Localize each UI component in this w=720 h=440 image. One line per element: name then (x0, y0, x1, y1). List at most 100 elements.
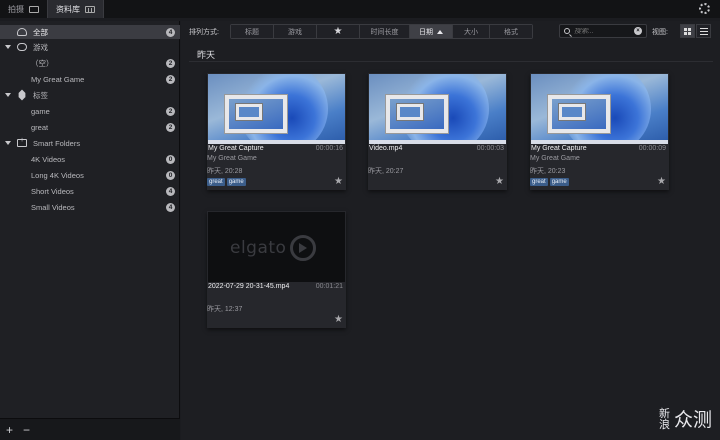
favorite-star-icon[interactable]: ★ (334, 176, 343, 187)
search-icon (564, 28, 570, 34)
grid-icon (684, 27, 691, 35)
sidebar-item-label: great (31, 122, 49, 132)
sidebar-item-all[interactable]: 全部 4 (0, 25, 180, 39)
library-icon (85, 5, 95, 13)
video-thumbnail[interactable]: elgato (208, 212, 345, 282)
smart-folder-icon (17, 137, 27, 147)
media-card[interactable]: Video.mp4 00:00:03 昨天, 20:27 ★ (368, 73, 507, 190)
tag-chip[interactable]: great (207, 178, 225, 186)
sidebar-item-short-videos[interactable]: Short Videos 4 (0, 184, 180, 198)
sort-by-size-button[interactable]: 大小 (453, 25, 490, 38)
sort-by-format-button[interactable]: 格式 (490, 25, 532, 38)
watermark-char: 新 (658, 406, 670, 420)
list-icon (699, 27, 708, 35)
cloud-icon (17, 28, 27, 36)
card-title: My Great Capture (531, 144, 587, 152)
media-card[interactable]: elgato 2022-07-29 20-31-45.mp4 00:01:21 … (207, 211, 346, 328)
favorite-star-icon[interactable]: ★ (495, 176, 504, 187)
video-thumbnail[interactable] (369, 74, 506, 144)
count-badge: 4 (166, 186, 175, 196)
card-duration: 00:00:03 (476, 144, 504, 152)
tab-library-label: 资料库 (56, 4, 80, 14)
sidebar-footer: + − (0, 418, 180, 440)
sidebar-item-my-great-game[interactable]: My Great Game 2 (0, 72, 180, 86)
count-badge: 2 (166, 74, 175, 84)
card-duration: 00:00:16 (315, 144, 343, 152)
watermark-logo: 新 浪 (659, 408, 670, 430)
top-tab-bar: 拍摄 资料库 (0, 0, 720, 18)
sort-by-duration-button[interactable]: 时间长度 (360, 25, 410, 38)
card-title: Video.mp4 (369, 144, 403, 152)
video-thumbnail[interactable] (531, 74, 668, 144)
tab-capture-label: 拍摄 (8, 4, 24, 14)
sort-label: 排列方式: (189, 29, 219, 36)
count-badge: 0 (166, 170, 175, 180)
card-game: My Great Game (207, 155, 257, 162)
chevron-down-icon[interactable] (5, 93, 11, 97)
card-title-row: My Great Capture 00:00:16 (208, 143, 345, 153)
grid-view-button[interactable] (680, 24, 695, 38)
sidebar: 全部 4 游戏 （空） 2 My Great Game 2 标签 game 2 … (0, 21, 180, 440)
sidebar-item-empty-game[interactable]: （空） 2 (0, 56, 180, 70)
date-section-title: 昨天 (197, 50, 216, 60)
sidebar-item-label: 游戏 (33, 42, 48, 52)
sort-by-title-button[interactable]: 标题 (231, 25, 274, 38)
count-badge: 0 (166, 154, 175, 164)
search-box: × (559, 24, 647, 38)
sidebar-item-label: Smart Folders (33, 138, 81, 148)
gear-icon[interactable] (699, 3, 710, 14)
card-duration: 00:00:09 (638, 144, 666, 152)
sidebar-item-label: Small Videos (31, 202, 75, 212)
tab-capture[interactable]: 拍摄 (0, 0, 47, 18)
add-folder-button[interactable]: + (6, 423, 13, 437)
sort-by-star-button[interactable]: ★ (317, 25, 360, 38)
tag-chip[interactable]: game (226, 178, 246, 186)
sidebar-item-label: Long 4K Videos (31, 170, 84, 180)
card-date: 昨天, 20:28 (207, 168, 243, 175)
favorite-star-icon[interactable]: ★ (334, 314, 343, 325)
media-card[interactable]: My Great Capture 00:00:16 My Great Game … (207, 73, 346, 190)
sidebar-item-small-videos[interactable]: Small Videos 4 (0, 200, 180, 214)
remove-folder-button[interactable]: − (23, 423, 30, 437)
sort-by-game-button[interactable]: 游戏 (274, 25, 317, 38)
sidebar-item-4k-videos[interactable]: 4K Videos 0 (0, 152, 180, 166)
captured-window (385, 94, 449, 134)
tag-chip[interactable]: game (549, 178, 569, 186)
watermark-text: 众测 (673, 409, 712, 431)
sidebar-item-long-4k-videos[interactable]: Long 4K Videos 0 (0, 168, 180, 182)
chevron-down-icon[interactable] (5, 141, 11, 145)
sidebar-item-tags[interactable]: 标签 (0, 88, 180, 102)
sidebar-item-label: 全部 (33, 27, 48, 37)
tag-chip[interactable]: great (530, 178, 548, 186)
favorite-star-icon[interactable]: ★ (657, 176, 666, 187)
sidebar-item-games[interactable]: 游戏 (0, 40, 180, 54)
card-title: My Great Capture (208, 144, 264, 152)
count-badge: 2 (166, 58, 175, 68)
search-input[interactable] (574, 27, 632, 35)
count-badge: 4 (166, 202, 175, 212)
sidebar-item-tag-game[interactable]: game 2 (0, 104, 180, 118)
sidebar-item-label: （空） (31, 58, 54, 68)
count-badge: 2 (166, 122, 175, 132)
video-thumbnail[interactable] (208, 74, 345, 144)
count-badge: 4 (166, 27, 175, 37)
clear-search-icon[interactable]: × (634, 27, 642, 35)
gamepad-icon (17, 43, 27, 51)
sort-by-date-button[interactable]: 日期 (410, 25, 453, 38)
watermark: 新 浪 众测 (659, 405, 712, 432)
list-view-button[interactable] (696, 24, 711, 38)
captured-window (547, 94, 611, 134)
media-card[interactable]: My Great Capture 00:00:09 My Great Game … (530, 73, 669, 190)
tag-icon (16, 89, 27, 100)
chevron-down-icon[interactable] (5, 45, 11, 49)
sidebar-item-smart-folders[interactable]: Smart Folders (0, 136, 180, 150)
library-main: 排列方式: 标题 游戏 ★ 时间长度 日期 大小 格式 × 视图: 昨天 My … (181, 21, 720, 440)
card-title-row: Video.mp4 00:00:03 (369, 143, 506, 153)
tab-library[interactable]: 资料库 (47, 0, 104, 18)
card-date: 昨天, 12:37 (207, 306, 243, 313)
sidebar-item-label: My Great Game (31, 74, 85, 84)
sidebar-item-label: Short Videos (31, 186, 74, 196)
sidebar-item-tag-great[interactable]: great 2 (0, 120, 180, 134)
watermark-char: 浪 (658, 417, 670, 431)
sort-segmented-control: 标题 游戏 ★ 时间长度 日期 大小 格式 (230, 24, 533, 39)
